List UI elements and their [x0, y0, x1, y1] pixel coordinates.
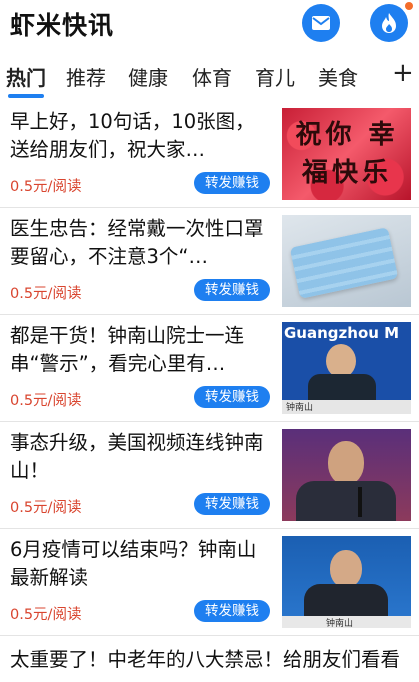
thumbnail-text: 祝你 幸福快乐 — [295, 120, 399, 188]
app-header: 虾米快讯 — [0, 0, 419, 52]
article-item[interactable]: 早上好，10句话，10张图，送给朋友们，祝大家… 0.5元/阅读 转发赚钱 祝你… — [0, 100, 419, 208]
envelope-icon — [312, 16, 330, 30]
speaker-figure — [326, 344, 356, 378]
article-thumbnail[interactable]: 钟南山 — [282, 536, 411, 628]
active-tab-indicator — [8, 94, 44, 98]
article-price: 0.5元/阅读 — [10, 179, 82, 195]
name-plate: 钟南山 — [286, 403, 314, 413]
speaker-head — [328, 441, 364, 485]
microphone — [358, 487, 362, 517]
share-earn-button[interactable]: 转发赚钱 — [194, 493, 270, 515]
add-tab-button[interactable]: + — [392, 58, 414, 88]
share-earn-button[interactable]: 转发赚钱 — [194, 386, 270, 408]
share-earn-button[interactable]: 转发赚钱 — [194, 279, 270, 301]
article-title[interactable]: 太重要了！中老年的八大禁忌！给朋友们看看 — [10, 646, 400, 674]
article-item[interactable]: 都是干货！钟南山院士一连串“警示”，看完心里有… 0.5元/阅读 转发赚钱 Gu… — [0, 314, 419, 422]
article-thumbnail[interactable] — [282, 429, 411, 521]
hot-button[interactable] — [370, 4, 408, 42]
article-price: 0.5元/阅读 — [10, 286, 82, 302]
speaker-body — [296, 481, 396, 521]
notification-dot — [405, 2, 413, 10]
article-thumbnail[interactable]: 祝你 幸福快乐 — [282, 108, 411, 200]
article-price: 0.5元/阅读 — [10, 500, 82, 516]
tab-sports[interactable]: 体育 — [192, 62, 232, 91]
tab-parenting[interactable]: 育儿 — [255, 62, 295, 91]
flame-icon — [382, 13, 396, 33]
article-price: 0.5元/阅读 — [10, 393, 82, 409]
speaker-head — [330, 550, 362, 588]
share-earn-button[interactable]: 转发赚钱 — [194, 172, 270, 194]
article-item[interactable]: 事态升级，美国视频连线钟南山！ 0.5元/阅读 转发赚钱 — [0, 421, 419, 529]
message-button[interactable] — [302, 4, 340, 42]
tab-food[interactable]: 美食 — [318, 62, 358, 91]
tab-health[interactable]: 健康 — [128, 62, 168, 91]
article-item[interactable]: 6月疫情可以结束吗？钟南山最新解读 0.5元/阅读 转发赚钱 钟南山 — [0, 528, 419, 636]
category-tabs: 热门 推荐 健康 体育 育儿 美食 + — [0, 52, 419, 100]
article-thumbnail[interactable]: Guangzhou M 钟南山 — [282, 322, 411, 414]
share-earn-button[interactable]: 转发赚钱 — [194, 600, 270, 622]
article-item[interactable]: 太重要了！中老年的八大禁忌！给朋友们看看 — [0, 642, 419, 682]
article-thumbnail[interactable] — [282, 215, 411, 307]
thumbnail-banner-text: Guangzhou M — [284, 324, 400, 342]
article-item[interactable]: 医生忠告：经常戴一次性口罩要留心，不注意3个“… 0.5元/阅读 转发赚钱 — [0, 207, 419, 315]
article-price: 0.5元/阅读 — [10, 607, 82, 623]
mask-shape — [289, 227, 399, 299]
article-title[interactable]: 6月疫情可以结束吗？钟南山最新解读 — [10, 536, 272, 592]
name-plate: 钟南山 — [326, 619, 354, 628]
article-title[interactable]: 早上好，10句话，10张图，送给朋友们，祝大家… — [10, 108, 272, 164]
tab-recommend[interactable]: 推荐 — [66, 62, 106, 91]
article-title[interactable]: 事态升级，美国视频连线钟南山！ — [10, 429, 272, 485]
article-title[interactable]: 都是干货！钟南山院士一连串“警示”，看完心里有… — [10, 322, 272, 378]
tab-hot[interactable]: 热门 — [6, 62, 46, 91]
article-title[interactable]: 医生忠告：经常戴一次性口罩要留心，不注意3个“… — [10, 215, 272, 271]
app-title: 虾米快讯 — [10, 11, 115, 40]
